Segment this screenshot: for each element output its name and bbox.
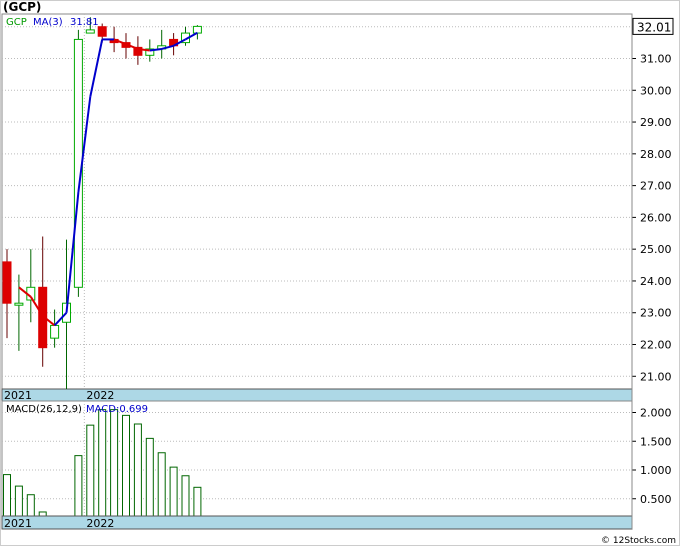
price-y-tick-label: 21.00: [640, 370, 672, 383]
macd-year-label: 2021: [4, 517, 32, 530]
price-y-tick-label: 27.00: [640, 180, 672, 193]
macd-bar: [38, 511, 47, 517]
legend-ma-label: MA(3): [33, 17, 63, 28]
footer-credit: © 12Stocks.com: [601, 536, 676, 546]
price-y-tick-label: 31.00: [640, 52, 672, 65]
chart-root: (GCP) 21.00 22.00 23.00 24.00 25.00 26.00 27.0…: [0, 0, 680, 546]
macd-bar: [169, 466, 178, 517]
candle-body: [85, 29, 95, 34]
macd-bar: [14, 485, 23, 517]
macd-legend-value: MACD:0.699: [86, 404, 148, 415]
price-y-tick-label: 24.00: [640, 275, 672, 288]
candle-body: [2, 261, 12, 304]
price-y-tick-label: 25.00: [640, 243, 672, 256]
candle-body: [14, 302, 24, 306]
macd-bar: [26, 494, 35, 517]
macd-bar: [86, 424, 95, 517]
macd-year-label: 2022: [86, 517, 114, 530]
candle-body: [50, 324, 60, 339]
macd-bar: [157, 452, 166, 517]
macd-y-tick-label: 1.000: [640, 464, 672, 477]
macd-bar: [145, 437, 154, 517]
price-y-tick-label: 26.00: [640, 211, 672, 224]
macd-legend-label: MACD(26,12,9): [6, 404, 82, 415]
macd-bar: [193, 486, 202, 517]
macd-bar: [110, 409, 119, 517]
price-year-label: 2021: [4, 389, 32, 402]
chart-svg: 21.00 22.00 23.00 24.00 25.00 26.00 27.00 28.00…: [0, 0, 680, 546]
macd-y-tick-label: 1.500: [640, 435, 672, 448]
legend-ma-value: 31.81: [70, 17, 99, 28]
last-price-label: 32.01: [637, 20, 671, 34]
candle-body: [97, 26, 107, 37]
macd-y-tick-label: 2.000: [640, 407, 672, 420]
price-y-tick-label: 29.00: [640, 116, 672, 129]
macd-bar: [133, 423, 142, 517]
price-y-tick-label: 23.00: [640, 307, 672, 320]
macd-bar: [3, 474, 11, 517]
macd-bar: [74, 455, 83, 517]
macd-bar: [181, 475, 190, 517]
macd-bar: [122, 414, 130, 517]
chart-title: (GCP): [3, 0, 42, 14]
macd-bar: [98, 409, 107, 517]
macd-y-tick-label: 0.500: [640, 493, 672, 506]
price-year-label: 2022: [86, 389, 114, 402]
candle-body: [192, 25, 202, 34]
price-y-tick-label: 28.00: [640, 148, 672, 161]
price-y-tick-label: 30.00: [640, 84, 672, 97]
price-y-tick-label: 22.00: [640, 339, 672, 352]
legend-ticker: GCP: [6, 17, 27, 28]
